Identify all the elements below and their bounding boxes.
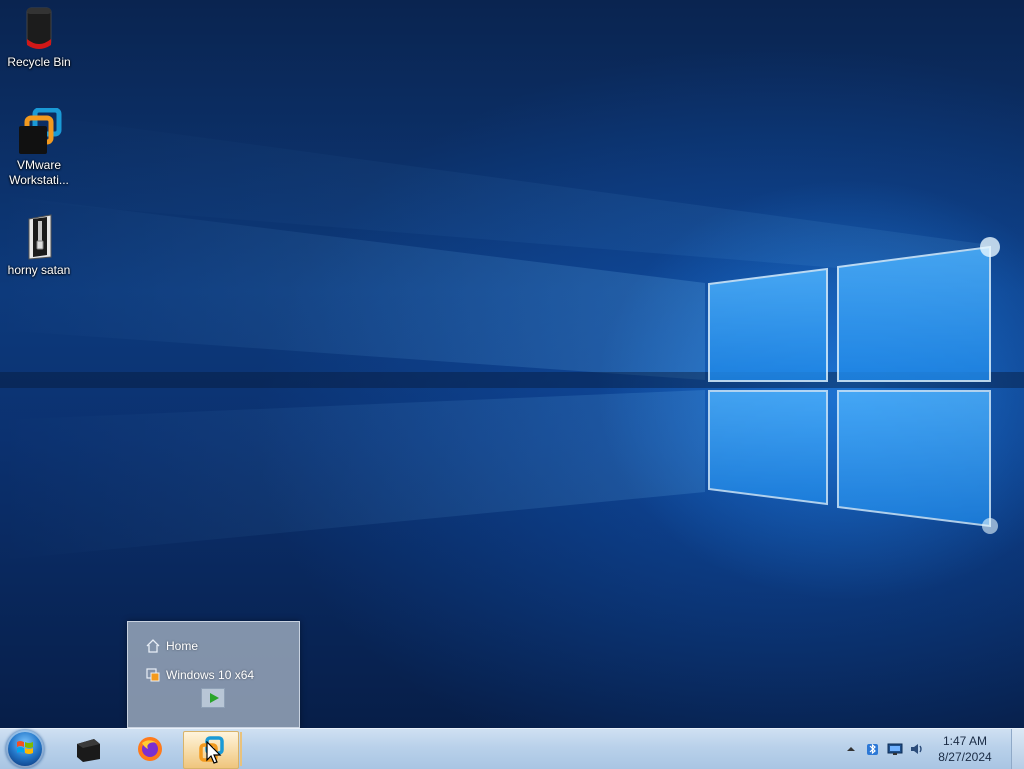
start-button[interactable] <box>6 730 44 768</box>
vmware-icon <box>15 107 63 156</box>
show-hidden-icons-arrow[interactable] <box>843 741 859 757</box>
recycle-bin-icon <box>15 5 63 53</box>
desktop-icon-recycle-bin[interactable]: Recycle Bin <box>0 5 78 70</box>
jumplist-item-home[interactable]: Home <box>146 639 198 653</box>
desktop-icon-label: horny satan <box>7 263 71 277</box>
windows-logo-light <box>0 110 1024 560</box>
volume-icon[interactable] <box>909 741 925 757</box>
taskbar-button-terminal[interactable] <box>61 731 115 767</box>
desktop-icon-vmware[interactable]: VMware Workstati... <box>0 107 78 188</box>
desktop-icon-label: Recycle Bin <box>7 55 71 69</box>
desktop-icon-folder[interactable]: horny satan <box>0 213 78 278</box>
show-desktop-button[interactable] <box>1011 729 1024 769</box>
mouse-cursor-icon <box>206 741 222 764</box>
play-button[interactable] <box>201 688 225 708</box>
jumplist-item-label: Windows 10 x64 <box>166 668 255 682</box>
vm-icon <box>146 668 160 682</box>
windows-flag-icon <box>17 741 33 754</box>
bluetooth-icon[interactable] <box>865 741 881 757</box>
taskbar-thumbnail-popup: Home Windows 10 x64 <box>127 621 300 728</box>
desktop-icon-label: VMware Workstati... <box>9 158 69 187</box>
system-tray: 1:47 AM 8/27/2024 <box>839 729 1024 769</box>
firefox-icon <box>138 737 162 761</box>
taskbar-divider <box>240 732 242 766</box>
desktop-wallpaper <box>0 0 1024 728</box>
clock-date[interactable]: 8/27/2024 <box>930 750 1000 764</box>
jumplist-item-windows-10-x64[interactable]: Windows 10 x64 <box>146 668 254 682</box>
taskbar: 1:47 AM 8/27/2024 <box>0 728 1024 769</box>
home-icon <box>146 639 160 653</box>
zip-folder-icon <box>15 213 63 261</box>
network-icon[interactable] <box>887 741 903 757</box>
clock-time[interactable]: 1:47 AM <box>930 734 1000 748</box>
jumplist-item-label: Home <box>166 639 199 653</box>
black-box-icon <box>77 739 100 762</box>
taskbar-button-firefox[interactable] <box>123 731 177 767</box>
